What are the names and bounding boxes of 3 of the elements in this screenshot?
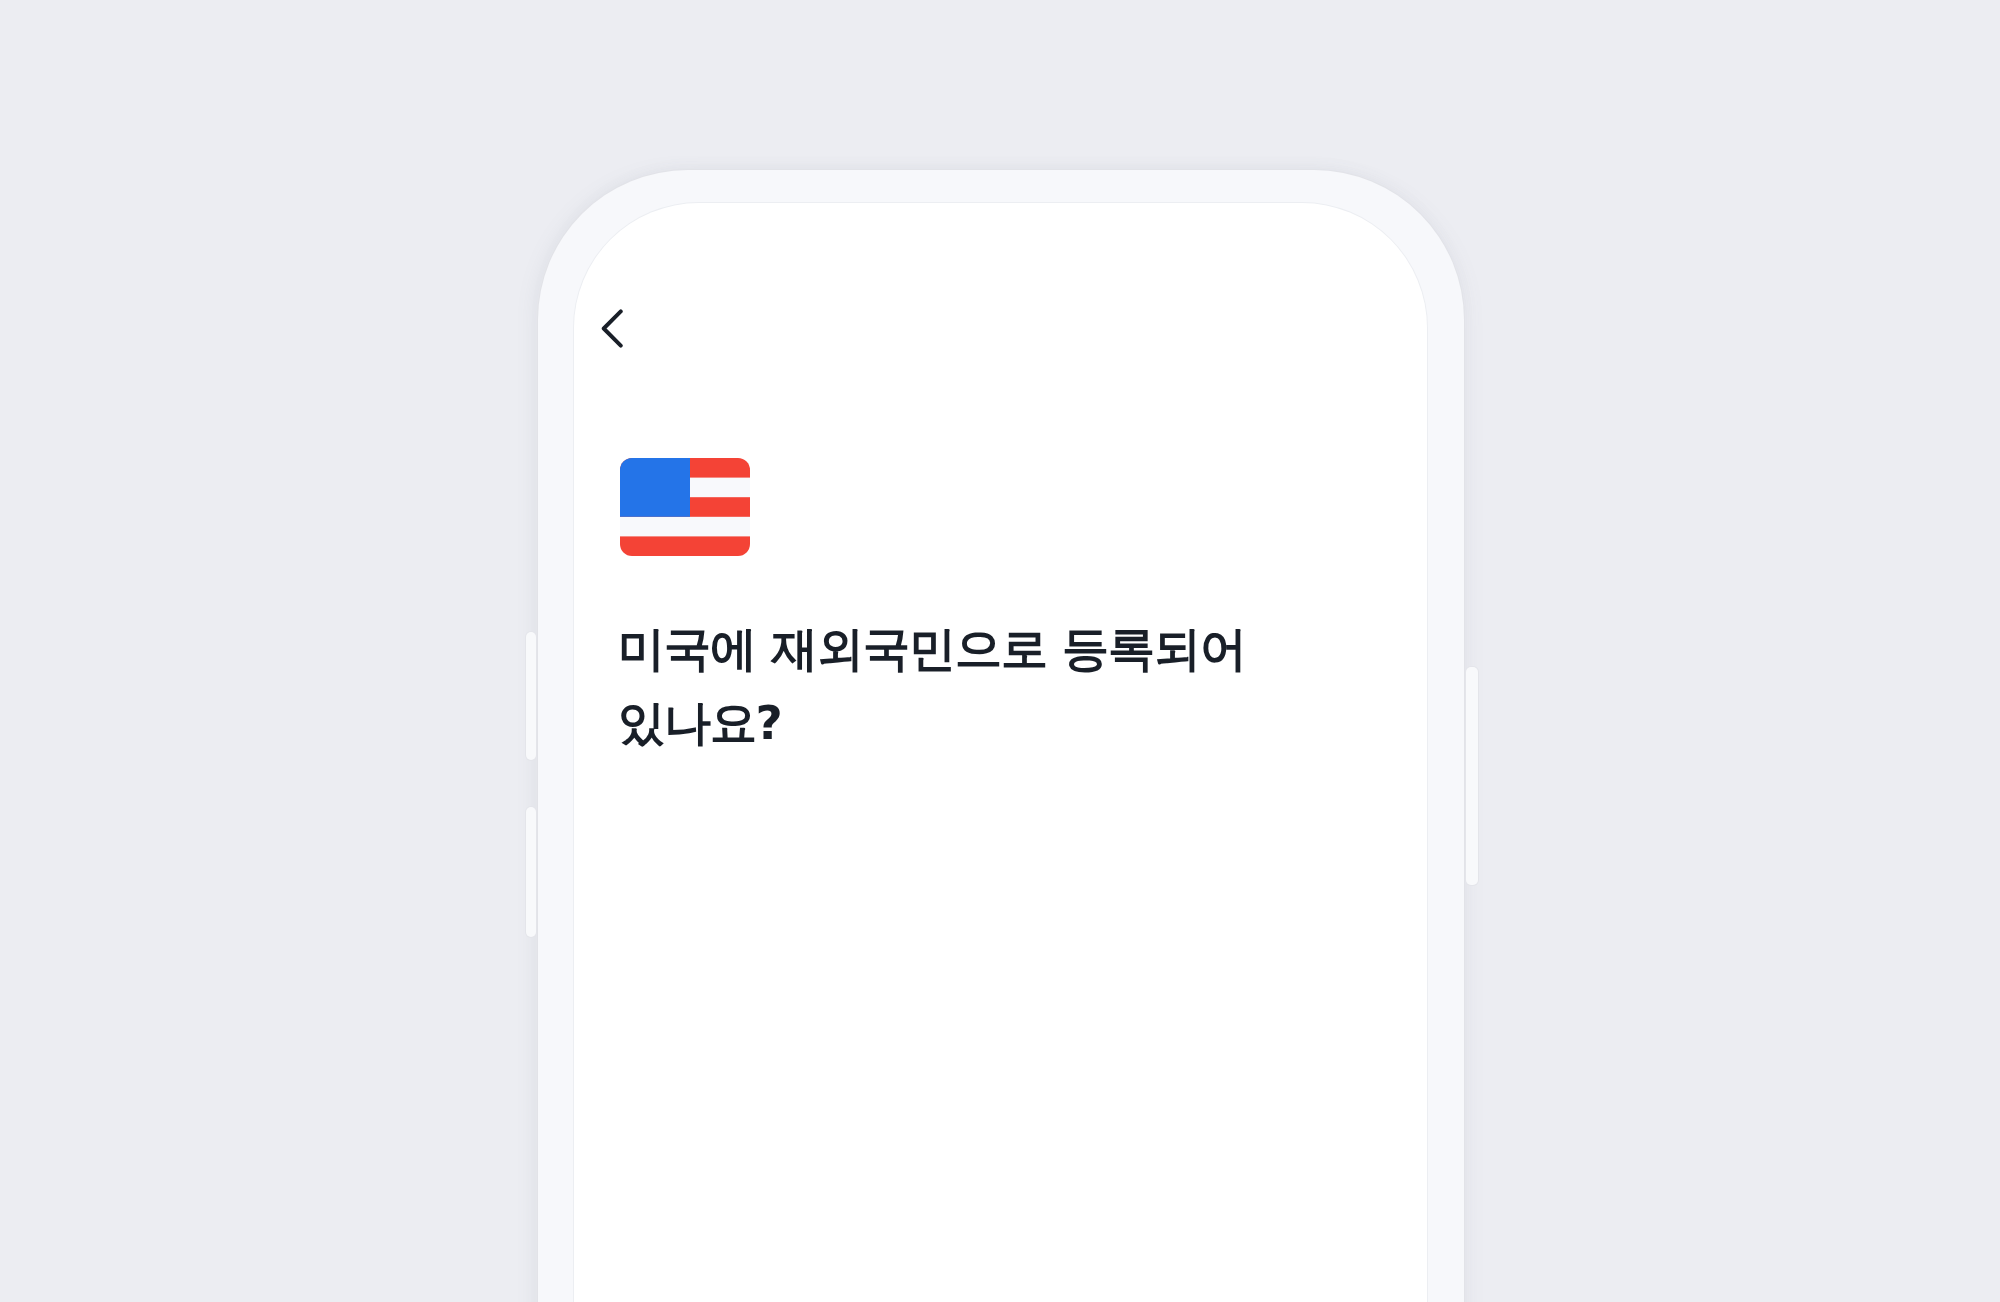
flag-icon (619, 458, 750, 556)
question-title: 미국에 재외국민으로 등록되어 있나요? (617, 620, 1248, 752)
back-icon[interactable] (599, 309, 624, 348)
